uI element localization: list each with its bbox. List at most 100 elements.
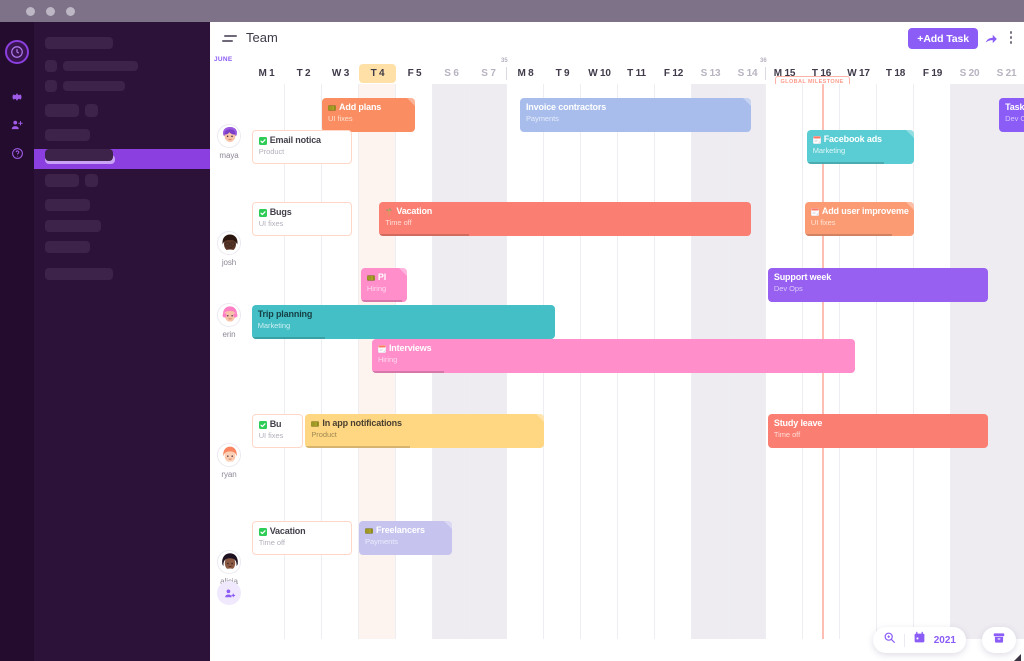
year-label[interactable]: 2021 <box>934 635 956 646</box>
person-name: ryan <box>221 470 237 479</box>
day-header-cell[interactable]: T 4 <box>359 64 396 83</box>
add-task-button[interactable]: +Add Task <box>908 28 978 49</box>
filter-icon[interactable] <box>222 32 238 46</box>
day-header-cell[interactable]: S 13 <box>692 64 729 83</box>
sidebar-placeholder <box>45 241 90 253</box>
add-user-icon[interactable] <box>7 115 27 135</box>
task-progress-bar <box>806 162 884 164</box>
task-title-row: Interviews <box>378 343 849 354</box>
day-header-cell[interactable]: S 14 <box>729 64 766 83</box>
task-bar[interactable]: Bugs UI fixes <box>251 202 352 236</box>
task-title-row: Study leave <box>774 418 982 429</box>
day-header-cell[interactable]: S 21 <box>988 64 1024 83</box>
help-icon[interactable] <box>7 143 27 163</box>
task-resize-corner[interactable] <box>342 131 351 139</box>
calendar-icon[interactable] <box>913 631 926 649</box>
day-header-cell[interactable]: W 10 <box>581 64 618 83</box>
task-bar[interactable]: Bu UI fixes <box>251 414 304 448</box>
sidebar-placeholder <box>45 220 101 232</box>
avatar[interactable] <box>217 303 241 327</box>
day-header-label: F 19 <box>922 68 943 79</box>
day-header-cell[interactable]: T 18 <box>877 64 914 83</box>
note-icon <box>378 344 386 353</box>
avatar[interactable] <box>217 231 241 255</box>
task-resize-corner[interactable] <box>743 98 752 106</box>
day-header-label: S 7 <box>481 68 496 79</box>
sidebar-placeholder <box>45 80 57 92</box>
day-header-label: T 18 <box>885 68 906 79</box>
person-ryan[interactable]: ryan <box>212 443 246 479</box>
task-title-row: Bu <box>258 419 297 430</box>
day-header-cell[interactable]: M 8 <box>507 64 544 83</box>
avatar[interactable] <box>217 443 241 467</box>
day-header-cell[interactable]: F 19 <box>914 64 951 83</box>
task-title-row: Invoice contractors <box>526 102 745 113</box>
task-resize-corner[interactable] <box>342 203 351 211</box>
task-bar[interactable]: Vacation Time off <box>379 202 752 236</box>
task-resize-corner[interactable] <box>399 268 408 276</box>
task-bar[interactable]: Add plans UI fixes <box>322 98 415 132</box>
task-resize-corner[interactable] <box>443 521 452 529</box>
task-title: Study leave <box>773 418 823 428</box>
task-title-row: Email notica <box>258 135 345 146</box>
task-bar[interactable]: Support week Dev Ops <box>767 268 988 302</box>
day-header-cell[interactable]: S 6 <box>433 64 470 83</box>
task-resize-corner[interactable] <box>294 415 303 423</box>
day-header-cell[interactable]: S 20 <box>951 64 988 83</box>
day-header-cell[interactable]: M 1 <box>248 64 285 83</box>
task-bar[interactable]: Freelancers Payments <box>359 521 452 555</box>
task-bar[interactable]: In app notifications Product <box>305 414 544 448</box>
person-maya[interactable]: maya <box>212 124 246 160</box>
window-maximize-button[interactable] <box>66 7 75 16</box>
people-column: mayajosherinryanalicia <box>210 84 248 639</box>
person-josh[interactable]: josh <box>212 231 246 267</box>
task-resize-corner[interactable] <box>406 98 415 106</box>
clock-logo-icon[interactable] <box>5 40 29 64</box>
more-vertical-icon[interactable] <box>1005 31 1017 47</box>
ruler-icon <box>366 274 375 282</box>
task-resize-corner[interactable] <box>905 202 914 210</box>
task-bar[interactable]: Facebook ads Marketing <box>806 130 914 164</box>
check-icon <box>258 420 267 429</box>
avatar[interactable] <box>217 550 241 574</box>
check-icon <box>258 208 267 217</box>
task-bar[interactable]: Interviews Hiring <box>371 339 855 373</box>
task-resize-corner[interactable] <box>905 130 914 138</box>
person-erin[interactable]: erin <box>212 303 246 339</box>
timeline-grid: Add plans UI fixes Invoice contractors Paym… <box>210 84 1024 639</box>
day-header-cell[interactable]: T 2 <box>285 64 322 83</box>
task-resize-corner[interactable] <box>342 522 351 530</box>
task-title-row: Vacation <box>258 526 345 537</box>
task-bar[interactable]: Pl Hiring <box>360 268 408 302</box>
window-minimize-button[interactable] <box>46 7 55 16</box>
week-number-label: 35 <box>501 58 508 64</box>
task-subtitle: Product <box>258 147 285 156</box>
zoom-search-icon[interactable] <box>883 631 896 649</box>
task-title-row: Facebook ads <box>812 134 908 145</box>
task-bar[interactable]: Task n Dev Op <box>999 98 1024 132</box>
avatar[interactable] <box>217 124 241 148</box>
day-header-cell[interactable]: F 12 <box>655 64 692 83</box>
day-header-cell[interactable]: F 5 <box>396 64 433 83</box>
window-resize-grip[interactable] <box>1011 649 1021 661</box>
task-bar[interactable]: Vacation Time off <box>251 521 352 555</box>
day-header-cell[interactable]: T 11 <box>618 64 655 83</box>
task-bar[interactable]: Study leave Time off <box>767 414 988 448</box>
task-bar[interactable]: Email notica Product <box>251 130 352 164</box>
day-header-label: S 20 <box>959 68 980 79</box>
day-header-cell[interactable]: T 9 <box>544 64 581 83</box>
task-bar[interactable]: Trip planning Marketing <box>251 305 556 339</box>
sidebar-icon-rail <box>0 22 34 661</box>
sidebar-placeholder <box>45 268 113 280</box>
task-bar[interactable]: Add user improveme UI fixes <box>804 202 914 236</box>
day-header-cell[interactable]: S 7 <box>470 64 507 83</box>
share-icon[interactable] <box>984 32 998 46</box>
task-title: Invoice contractors <box>525 102 607 112</box>
add-person-icon[interactable] <box>217 581 241 605</box>
day-header-cell[interactable]: W 3 <box>322 64 359 83</box>
task-resize-corner[interactable] <box>535 414 544 422</box>
gear-icon[interactable] <box>7 87 27 107</box>
ruler-icon <box>311 420 320 428</box>
window-close-button[interactable] <box>26 7 35 16</box>
task-bar[interactable]: Invoice contractors Payments <box>519 98 752 132</box>
